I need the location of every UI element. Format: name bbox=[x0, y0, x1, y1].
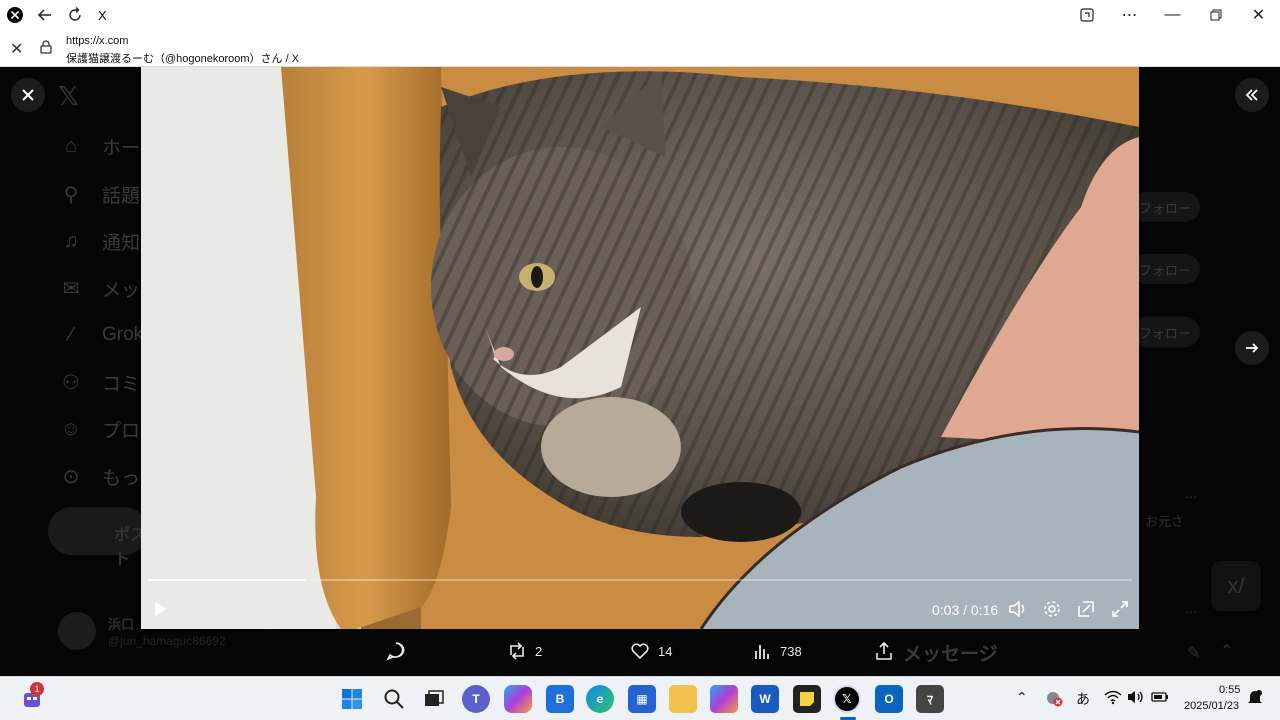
store-icon[interactable]: ▦ bbox=[628, 685, 656, 713]
lock-icon[interactable] bbox=[40, 40, 52, 54]
play-button[interactable] bbox=[150, 598, 172, 620]
copilot-icon[interactable] bbox=[504, 685, 532, 713]
browser-titlebar: X ⋯ — ✕ bbox=[0, 0, 1280, 30]
trend-text: お元さ bbox=[1145, 514, 1185, 529]
share-icon bbox=[876, 641, 892, 660]
task-view-icon[interactable] bbox=[420, 685, 448, 713]
maximize-button[interactable] bbox=[1194, 0, 1237, 30]
notification-badge: 1 bbox=[30, 682, 44, 696]
video-frame-cat bbox=[141, 67, 1139, 629]
share-button[interactable] bbox=[874, 641, 902, 661]
edge-icon[interactable]: e bbox=[586, 685, 614, 713]
ime-indicator[interactable]: あ bbox=[1076, 689, 1090, 709]
mail-icon: ✉ bbox=[62, 278, 80, 300]
video-time: 0:03 / 0:16 bbox=[932, 602, 999, 618]
follow-button-2[interactable]: フォロー bbox=[1130, 254, 1200, 284]
search-icon: ⚲ bbox=[63, 184, 79, 206]
user-handle: @jun_hamaguc86692 bbox=[108, 634, 226, 648]
stop-loading-icon[interactable]: ✕ bbox=[10, 39, 23, 59]
sidebar-item-notifications[interactable]: ♫ 通知 bbox=[58, 228, 141, 255]
url-text[interactable]: https://x.com bbox=[66, 35, 128, 47]
start-icon[interactable] bbox=[338, 685, 366, 713]
back-icon[interactable] bbox=[30, 0, 60, 30]
volume-icon[interactable] bbox=[1007, 598, 1029, 620]
file-explorer-icon[interactable] bbox=[669, 685, 697, 713]
bell-icon: ♫ bbox=[63, 230, 79, 252]
show-hidden-icons-icon[interactable]: ⌃ bbox=[1016, 689, 1028, 706]
sticky-notes-icon[interactable] bbox=[793, 685, 821, 713]
security-warning-icon[interactable] bbox=[1045, 689, 1063, 712]
more-dots-icon-2[interactable]: … bbox=[1184, 600, 1198, 616]
address-bar: ✕ https://x.com 保護猫譲渡るーむ（@hogonekoroom）さ… bbox=[0, 30, 1280, 67]
page-title: 保護猫譲渡るーむ（@hogonekoroom）さん / X bbox=[66, 53, 300, 65]
volume-taskbar-icon[interactable] bbox=[1127, 689, 1145, 710]
teams-icon[interactable]: T bbox=[462, 685, 490, 713]
more-options-icon[interactable]: ⋯ bbox=[1108, 0, 1151, 30]
refresh-icon[interactable] bbox=[60, 0, 90, 30]
video-player[interactable] bbox=[141, 67, 1139, 629]
avatar bbox=[58, 612, 96, 650]
fullscreen-icon[interactable] bbox=[1109, 598, 1131, 620]
close-window-button[interactable]: ✕ bbox=[1237, 0, 1280, 30]
grok-icon: ⁄ bbox=[69, 323, 73, 346]
profile-icon: ☺ bbox=[60, 418, 82, 440]
notification-center-icon[interactable] bbox=[1247, 689, 1263, 712]
word-icon[interactable]: W bbox=[751, 685, 779, 713]
close-media-button[interactable] bbox=[11, 78, 45, 112]
settings-gear-icon[interactable] bbox=[1041, 598, 1063, 620]
app-b-icon[interactable]: B bbox=[546, 685, 574, 713]
battery-icon[interactable] bbox=[1151, 689, 1169, 710]
sidebar-item-grok[interactable]: ⁄ Grok bbox=[58, 322, 143, 348]
outlook-icon[interactable]: O bbox=[875, 685, 903, 713]
reply-icon bbox=[386, 642, 405, 661]
video-progress-fill bbox=[148, 579, 306, 581]
wifi-icon[interactable] bbox=[1104, 689, 1122, 708]
views-button[interactable]: 738 bbox=[752, 641, 802, 661]
app-available-icon[interactable] bbox=[1065, 0, 1108, 30]
user-name: 浜口 bbox=[108, 617, 135, 632]
video-progress-bar[interactable] bbox=[148, 579, 1132, 581]
expand-messages-icon[interactable]: ⌃ bbox=[1220, 641, 1233, 661]
post-button[interactable]: ポスト bbox=[48, 507, 148, 568]
x-taskbar-icon[interactable]: 𝕏 bbox=[833, 685, 861, 713]
follow-button-3[interactable]: フォロー bbox=[1130, 317, 1200, 347]
tab-title: X bbox=[98, 7, 107, 23]
repost-icon bbox=[510, 642, 524, 660]
m365-icon[interactable] bbox=[710, 685, 738, 713]
next-media-button[interactable] bbox=[1235, 331, 1269, 365]
reply-button[interactable] bbox=[386, 641, 414, 661]
clock-time[interactable]: 0:55 bbox=[1219, 684, 1240, 696]
app-k-icon[interactable]: ﾏ bbox=[916, 685, 944, 713]
home-icon: ⌂ bbox=[64, 135, 78, 157]
x-logo-icon: 𝕏 bbox=[58, 81, 79, 111]
collapse-panel-button[interactable] bbox=[1235, 78, 1269, 112]
heart-icon bbox=[631, 643, 649, 660]
x-app-icon bbox=[0, 0, 30, 30]
analytics-icon bbox=[755, 645, 769, 659]
clock-date[interactable]: 2025/01/23 bbox=[1184, 700, 1239, 712]
more-icon: ⊙ bbox=[62, 466, 80, 488]
more-dots-icon[interactable]: … bbox=[1184, 485, 1198, 501]
windows-taskbar: 1 T B e ▦ W 𝕏 O ﾏ ⌃ あ 0:55 2025/01/23 bbox=[0, 676, 1280, 720]
repost-button[interactable]: 2 bbox=[507, 641, 542, 661]
picture-in-picture-icon[interactable] bbox=[1075, 598, 1097, 620]
follow-button-1[interactable]: フォロー bbox=[1130, 192, 1200, 222]
minimize-button[interactable]: — bbox=[1151, 0, 1194, 30]
grok-floating-icon[interactable]: x/ bbox=[1211, 561, 1261, 611]
like-button[interactable]: 14 bbox=[630, 641, 672, 661]
compose-message-icon[interactable]: ✎ bbox=[1187, 643, 1200, 663]
search-taskbar-icon[interactable] bbox=[380, 685, 408, 713]
messages-drawer-title[interactable]: メッセージ bbox=[903, 639, 998, 666]
community-icon: ⚇ bbox=[62, 372, 80, 394]
